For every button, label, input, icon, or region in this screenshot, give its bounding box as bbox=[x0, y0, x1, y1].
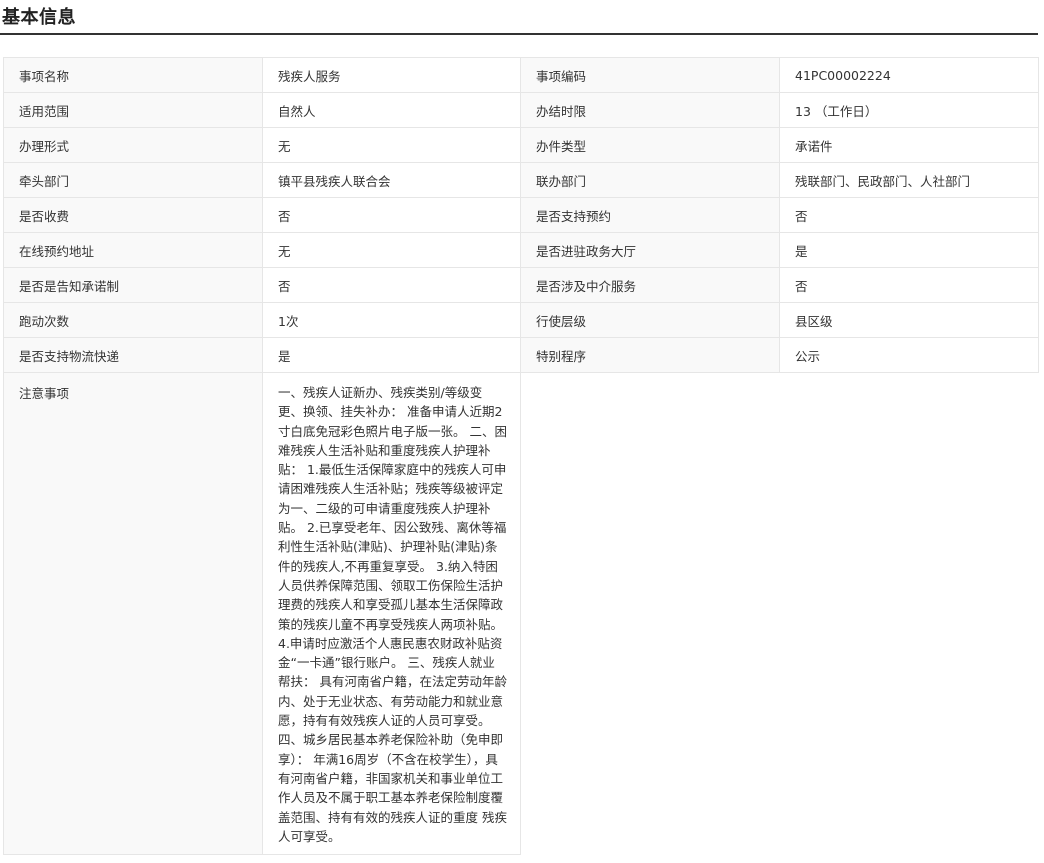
field-value: 是 bbox=[779, 232, 1039, 268]
table-row: 牵头部门 镇平县残疾人联合会 联办部门 残联部门、民政部门、人社部门 bbox=[3, 162, 1039, 198]
field-label: 是否支持物流快递 bbox=[3, 337, 263, 373]
field-value: 自然人 bbox=[262, 92, 521, 128]
table-row: 事项名称 残疾人服务 事项编码 41PC00002224 bbox=[3, 57, 1039, 93]
field-value: 残疾人服务 bbox=[262, 57, 521, 93]
field-value: 无 bbox=[262, 127, 521, 163]
table-row: 是否收费 否 是否支持预约 否 bbox=[3, 197, 1039, 233]
field-label: 在线预约地址 bbox=[3, 232, 263, 268]
field-label: 事项名称 bbox=[3, 57, 263, 93]
field-label: 是否进驻政务大厅 bbox=[520, 232, 780, 268]
table-row: 跑动次数 1次 行使层级 县区级 bbox=[3, 302, 1039, 338]
field-label: 跑动次数 bbox=[3, 302, 263, 338]
basic-info-table: 事项名称 残疾人服务 事项编码 41PC00002224 适用范围 自然人 办结… bbox=[3, 57, 1039, 856]
table-row: 办理形式 无 办件类型 承诺件 bbox=[3, 127, 1039, 163]
field-value: 否 bbox=[262, 267, 521, 303]
section-header: 基本信息 bbox=[0, 0, 1038, 35]
table-row: 是否支持物流快递 是 特别程序 公示 bbox=[3, 337, 1039, 373]
field-label: 事项编码 bbox=[520, 57, 780, 93]
field-value: 否 bbox=[779, 267, 1039, 303]
field-value: 无 bbox=[262, 232, 521, 268]
field-label: 是否收费 bbox=[3, 197, 263, 233]
field-label: 办件类型 bbox=[520, 127, 780, 163]
field-value: 是 bbox=[262, 337, 521, 373]
table-row: 是否是告知承诺制 否 是否涉及中介服务 否 bbox=[3, 267, 1039, 303]
field-label: 牵头部门 bbox=[3, 162, 263, 198]
notes-row: 注意事项 一、残疾人证新办、残疾类别/等级变更、换领、挂失补办： 准备申请人近期… bbox=[3, 371, 1039, 856]
field-label: 是否涉及中介服务 bbox=[520, 267, 780, 303]
field-label: 联办部门 bbox=[520, 162, 780, 198]
field-label: 办理形式 bbox=[3, 127, 263, 163]
field-label: 是否是告知承诺制 bbox=[3, 267, 263, 303]
table-row: 适用范围 自然人 办结时限 13 （工作日） bbox=[3, 92, 1039, 128]
field-label: 是否支持预约 bbox=[520, 197, 780, 233]
field-label: 行使层级 bbox=[520, 302, 780, 338]
field-value: 承诺件 bbox=[779, 127, 1039, 163]
field-value: 41PC00002224 bbox=[779, 57, 1039, 93]
field-value: 镇平县残疾人联合会 bbox=[262, 162, 521, 198]
field-label: 适用范围 bbox=[3, 92, 263, 128]
field-value: 1次 bbox=[262, 302, 521, 338]
field-value: 县区级 bbox=[779, 302, 1039, 338]
section-title: 基本信息 bbox=[2, 7, 76, 28]
field-value: 公示 bbox=[779, 337, 1039, 373]
empty-cell bbox=[520, 372, 1039, 855]
field-value: 否 bbox=[262, 197, 521, 233]
field-label: 办结时限 bbox=[520, 92, 780, 128]
field-value: 残联部门、民政部门、人社部门 bbox=[779, 162, 1039, 198]
field-value: 否 bbox=[779, 197, 1039, 233]
notes-label: 注意事项 bbox=[3, 371, 263, 856]
field-label: 特别程序 bbox=[520, 337, 780, 373]
field-value: 13 （工作日） bbox=[779, 92, 1039, 128]
table-row: 在线预约地址 无 是否进驻政务大厅 是 bbox=[3, 232, 1039, 268]
notes-text: 一、残疾人证新办、残疾类别/等级变更、换领、挂失补办： 准备申请人近期2寸白底免… bbox=[262, 371, 521, 856]
